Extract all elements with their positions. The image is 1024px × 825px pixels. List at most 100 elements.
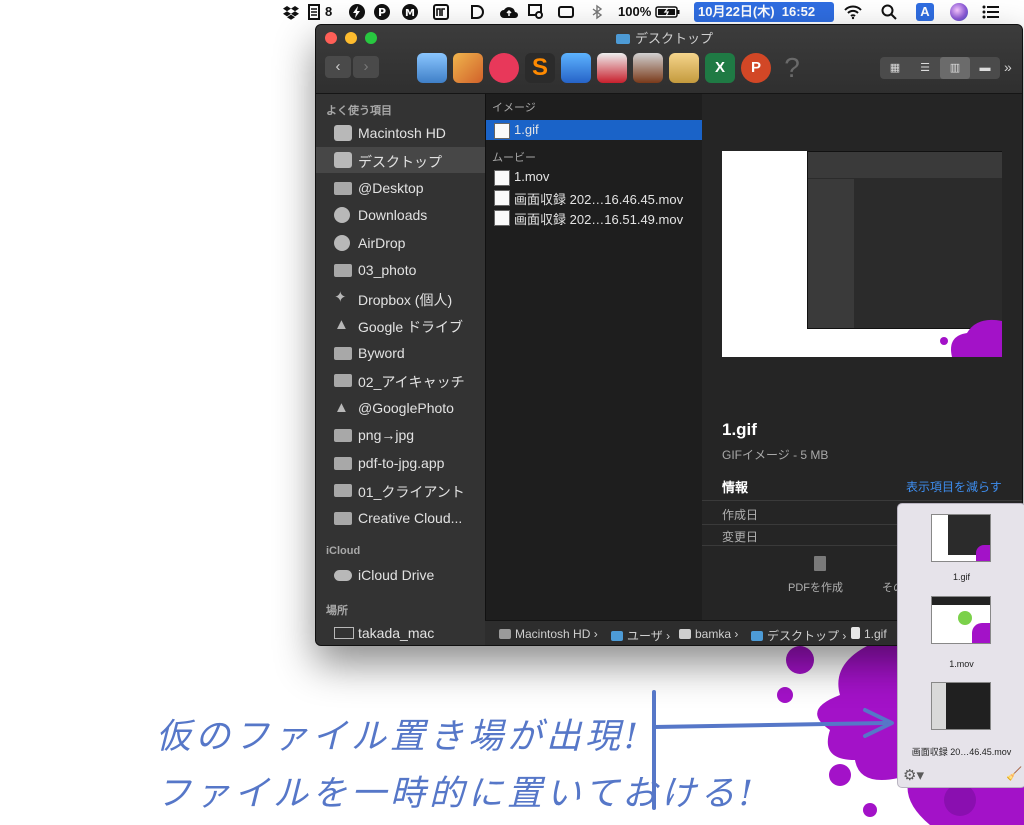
toolbar-overflow-icon[interactable]: » [1004, 59, 1012, 75]
sidebar-item-downloads[interactable]: Downloads [316, 202, 485, 228]
close-button[interactable] [325, 32, 337, 44]
sidebar-item-googlephoto[interactable]: ▲ @GooglePhoto [316, 395, 485, 421]
show-less-link[interactable]: 表示項目を減らす [906, 478, 1002, 495]
column-view-button[interactable]: ▥ [940, 57, 970, 79]
screenshot-search-icon[interactable] [528, 4, 544, 20]
file-row-1-gif[interactable]: 1.gif [486, 120, 702, 140]
info-header: 情報 [722, 480, 749, 495]
gif-file-icon [494, 123, 510, 139]
sidebar-item-label: デスクトップ [358, 154, 442, 170]
folder-icon [334, 347, 352, 360]
d-app-icon[interactable] [469, 4, 485, 20]
create-pdf-button[interactable]: PDFを作成 [788, 579, 843, 595]
cloud-upload-icon[interactable] [499, 4, 519, 20]
sidebar-item-pdf-to-jpg[interactable]: pdf-to-jpg.app [316, 450, 485, 476]
airdrop-icon [334, 235, 350, 251]
wifi-icon[interactable] [843, 4, 863, 20]
desktop-icon [334, 152, 352, 168]
icon-view-button[interactable]: ▦ [880, 57, 910, 79]
bluetooth-icon[interactable] [589, 4, 605, 20]
path-item-users[interactable]: ユーザ › [611, 627, 670, 644]
gear-icon[interactable]: ⚙▾ [903, 766, 924, 784]
sidebar-item-takada-mac[interactable]: takada_mac [316, 620, 485, 645]
sidebar-item-google-drive[interactable]: ▲ Google ドライブ [316, 312, 485, 338]
excel-app-icon[interactable]: X [705, 53, 735, 83]
folder-icon [334, 457, 352, 470]
keyboard-maestro-icon[interactable] [433, 4, 449, 20]
path-item-bamka[interactable]: bamka › [679, 627, 738, 641]
file-row-recording-1[interactable]: 画面収録 202…16.46.45.mov [486, 187, 702, 207]
list-view-button[interactable]: ☰ [910, 57, 940, 79]
sidebar-item-02-eyecatch[interactable]: 02_アイキャッチ [316, 367, 485, 393]
sublime-app-icon[interactable]: S [525, 53, 555, 83]
dropbox-icon: ✦ [334, 289, 347, 306]
sidebar-item-03-photo[interactable]: 03_photo [316, 257, 485, 283]
computer-icon [334, 627, 354, 639]
unknown-app-icon[interactable]: ? [777, 53, 807, 83]
sidebar-item-label: 01_クライアント [358, 484, 465, 500]
sidebar-item-dropbox[interactable]: ✦ Dropbox (個人) [316, 285, 485, 311]
window-icon[interactable] [558, 4, 574, 20]
photos-app-icon[interactable] [453, 53, 483, 83]
view-mode-group: ▦ ☰ ▥ ▬ [880, 57, 1000, 79]
spotlight-search-icon[interactable] [881, 4, 897, 20]
file-row-recording-2[interactable]: 画面収録 202…16.51.49.mov [486, 207, 702, 227]
sidebar-item-at-desktop[interactable]: @Desktop [316, 175, 485, 201]
movie-group-header: ムービー [492, 152, 536, 164]
sidebar-item-byword[interactable]: Byword [316, 340, 485, 366]
file-column: イメージ 1.gif ムービー 1.mov 画面収録 202…16.46.45.… [485, 94, 703, 620]
m-app-icon[interactable]: M [402, 4, 418, 20]
sidebar-item-png-jpg[interactable]: png→jpg [316, 422, 485, 448]
folder-icon [334, 512, 352, 525]
image-group-header: イメージ [492, 102, 536, 114]
archive-app-icon[interactable] [669, 53, 699, 83]
file-shelf-panel: 1.gif 1.mov 画面収録 20…46.45.mov ⚙▾ 🧹 [897, 503, 1024, 788]
siri-icon[interactable] [950, 3, 968, 21]
sidebar-item-macintosh-hd[interactable]: Macintosh HD [316, 120, 485, 146]
sidebar-item-creative-cloud[interactable]: Creative Cloud... [316, 505, 485, 531]
notes-menu-icon[interactable] [308, 4, 320, 20]
path-item-macintosh-hd[interactable]: Macintosh HD › [499, 627, 598, 641]
powerpoint-app-icon[interactable]: P [741, 53, 771, 83]
drive-icon: ▲ [334, 399, 349, 416]
preview-app-icon[interactable] [417, 53, 447, 83]
notification-center-icon[interactable] [982, 4, 1000, 20]
preview-file-kind: GIFイメージ - 5 MB [722, 448, 829, 462]
broom-icon[interactable]: 🧹 [1006, 766, 1022, 782]
file-row-1-mov[interactable]: 1.mov [486, 167, 702, 187]
battery-icon[interactable] [655, 4, 681, 20]
sidebar-item-airdrop[interactable]: AirDrop [316, 230, 485, 256]
dropbox-menu-icon[interactable] [283, 4, 299, 20]
zoom-button[interactable] [365, 32, 377, 44]
minimize-button[interactable] [345, 32, 357, 44]
path-item-desktop[interactable]: デスクトップ › [751, 627, 846, 644]
keynote-app-icon[interactable] [561, 53, 591, 83]
preview-image[interactable] [722, 151, 1002, 357]
disk-icon [499, 629, 511, 639]
annotation-line-1: 仮のファイル置き場が出現! [156, 717, 643, 757]
gallery-view-button[interactable]: ▬ [970, 57, 1000, 79]
diet-coda-app-icon[interactable] [597, 53, 627, 83]
shelf-thumb-recording[interactable] [931, 682, 991, 730]
movie-file-icon [494, 210, 510, 226]
shelf-thumb-1-mov[interactable] [931, 596, 991, 644]
forward-button[interactable]: › [353, 56, 379, 78]
back-button[interactable]: ‹ [325, 56, 351, 78]
p-app-icon[interactable]: P [374, 4, 390, 20]
path-item-1-gif[interactable]: 1.gif [851, 627, 887, 641]
preview-thumbnail-window [807, 151, 1002, 329]
sidebar-item-label: Byword [358, 345, 405, 361]
skitch-app-icon[interactable] [489, 53, 519, 83]
divider [702, 500, 1022, 501]
input-source-icon[interactable]: A [916, 3, 934, 21]
fireplace-app-icon[interactable] [633, 53, 663, 83]
sidebar-item-desktop[interactable]: デスクトップ [316, 147, 485, 173]
bolt-icon[interactable] [349, 4, 365, 20]
sidebar-item-01-client[interactable]: 01_クライアント [316, 477, 485, 503]
sidebar-item-icloud-drive[interactable]: iCloud Drive [316, 562, 485, 588]
sidebar-item-label: png→jpg [358, 427, 415, 443]
places-header: 場所 [326, 605, 348, 617]
shelf-thumb-1-gif[interactable] [931, 514, 991, 562]
shelf-label: 画面収録 20…46.45.mov [911, 747, 1012, 757]
movie-file-icon [494, 190, 510, 206]
